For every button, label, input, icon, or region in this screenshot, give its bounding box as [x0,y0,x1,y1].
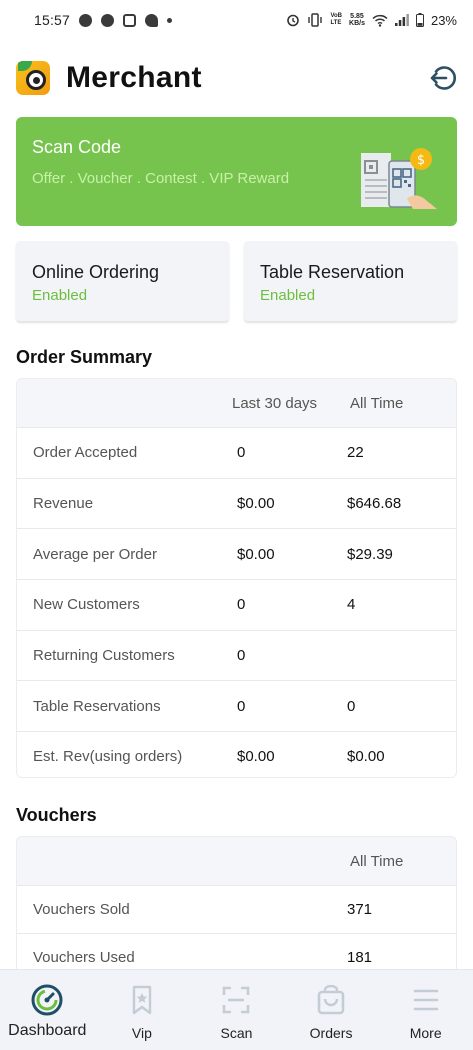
logo-leaf [18,61,32,71]
order-summary-header-row: Last 30 days All Time [17,379,456,427]
table-row: Average per Order $0.00 $29.39 [17,528,456,580]
network-type-bottom: LTE [330,20,342,26]
table-reservation-status: Enabled [260,287,316,304]
logout-button[interactable] [427,63,457,93]
online-ordering-status: Enabled [32,287,88,304]
table-reservation-title: Table Reservation [260,262,405,282]
dashboard-gauge-icon [31,984,63,1016]
nav-label-more: More [409,1025,442,1041]
row-value-all-time: $0.00 [347,748,385,766]
scan-frame-icon [220,984,252,1016]
table-reservation-card[interactable]: Table Reservation Enabled [244,241,457,321]
row-value-all-time: $646.68 [347,495,402,513]
row-label: Table Reservations [33,697,161,715]
page-title: Merchant [66,61,202,94]
nav-label-vip: Vip [131,1025,152,1041]
row-value-all-time: 4 [347,596,356,614]
table-row: Returning Customers 0 [17,629,456,681]
table-row: Vouchers Sold 371 [17,885,456,933]
table-row: Est. Rev(using orders) $0.00 $0.00 [17,731,456,777]
nav-item-orders[interactable]: Orders [284,970,379,1050]
nav-item-scan[interactable]: Scan [189,970,284,1050]
table-row: Order Accepted 0 22 [17,427,456,478]
scan-code-subtitle: Offer . Voucher . Contest . VIP Reward [32,170,290,187]
nav-item-more[interactable]: More [378,970,473,1050]
vouchers-heading: Vouchers [16,805,97,825]
scan-code-card[interactable]: Scan Code Offer . Voucher . Contest . VI… [16,117,457,226]
row-value-all-time: $29.39 [347,545,393,563]
vouchers-header-row: All Time [17,837,456,885]
nav-label-scan: Scan [220,1025,253,1041]
row-value-all-time: 181 [347,949,373,966]
shopping-bag-icon [315,984,347,1016]
row-value-last-30-days: $0.00 [237,748,275,766]
table-row: Table Reservations 0 0 [17,680,456,732]
wifi-icon [372,14,388,27]
nav-label-dashboard: Dashboard [8,1022,87,1039]
row-value-last-30-days: 0 [237,596,246,614]
row-value-last-30-days: 0 [237,697,246,715]
nav-item-dashboard[interactable]: Dashboard [0,970,95,1050]
network-type-top: VoB [330,13,343,19]
chat-notification-icon [79,13,93,27]
more-notifications-icon [167,17,173,23]
online-ordering-title: Online Ordering [32,262,160,282]
battery-percent: 23% [430,12,457,28]
row-label: Vouchers Sold [33,901,130,918]
network-speed-unit: KB/s [349,20,365,27]
scan-code-title: Scan Code [32,137,122,157]
nav-label-orders: Orders [309,1025,353,1041]
column-header-all-time: All Time [350,852,404,870]
app-notification-icon [145,13,159,27]
qr-scan-illustration-icon: $ [361,148,437,209]
signal-icon [394,14,409,26]
row-value-last-30-days: 0 [237,444,246,462]
instagram-notification-icon [123,13,137,27]
column-header-last-30-days: Last 30 days [232,394,318,412]
row-value-all-time: 371 [347,901,373,918]
table-row: Revenue $0.00 $646.68 [17,477,456,529]
status-right: VoB LTE 5.85 KB/s 23% [286,13,457,28]
network-speed-value: 5.85 [350,13,364,20]
row-label: New Customers [33,596,140,614]
logo-eye [26,70,46,90]
row-label: Average per Order [33,545,157,563]
app-header: Merchant [16,58,457,98]
status-time: 15:57 [34,12,71,28]
network-type: VoB LTE [330,13,342,27]
logout-icon [430,66,457,90]
row-value-last-30-days: $0.00 [237,495,275,513]
menu-lines-icon [410,984,442,1016]
nav-item-vip[interactable]: Vip [95,970,190,1050]
network-speed: 5.85 KB/s [349,13,365,27]
svg-text:$: $ [417,153,425,168]
row-value-last-30-days: $0.00 [237,545,275,563]
bookmark-star-icon [126,984,158,1016]
row-label: Est. Rev(using orders) [33,748,183,766]
row-label: Vouchers Used [33,949,135,966]
order-summary-heading: Order Summary [16,347,153,367]
vibrate-icon [308,13,323,27]
row-label: Returning Customers [33,647,175,665]
column-header-all-time: All Time [350,394,404,412]
bottom-navigation: Dashboard Vip Scan Orders More [0,969,473,1050]
vouchers-table: All Time Vouchers Sold 371 Vouchers Used… [16,836,457,976]
battery-icon [415,13,424,27]
online-ordering-card[interactable]: Online Ordering Enabled [16,241,229,321]
s-app-notification-icon [101,13,115,27]
merchant-dashboard-screen: 15:57 VoB LTE 5.85 KB/s 23% Merchant Sca… [0,0,473,1050]
order-summary-table: Last 30 days All Time Order Accepted 0 2… [16,378,457,778]
merchant-logo-icon [16,61,50,95]
alarm-icon [287,14,300,27]
status-bar: 15:57 VoB LTE 5.85 KB/s 23% [0,0,473,40]
row-label: Order Accepted [33,444,138,462]
status-left: 15:57 [34,12,173,28]
row-value-last-30-days: 0 [237,647,246,665]
row-value-all-time: 0 [347,697,356,715]
table-row: New Customers 0 4 [17,579,456,630]
row-value-all-time: 22 [347,444,364,462]
row-label: Revenue [33,495,94,513]
